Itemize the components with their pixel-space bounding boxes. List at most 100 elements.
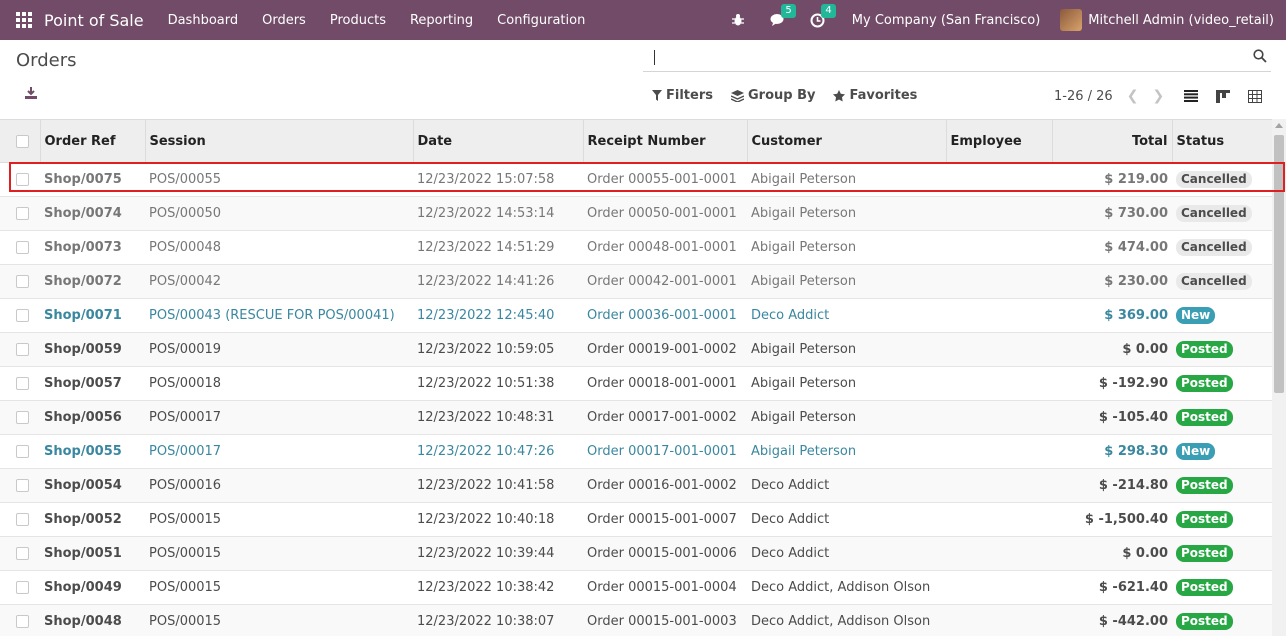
- orders-table: Order Ref Session Date Receipt Number Cu…: [0, 119, 1272, 636]
- table-row[interactable]: Shop/0055 POS/00017 12/23/2022 10:47:26 Ord…: [0, 434, 1272, 469]
- status-badge: Cancelled: [1176, 171, 1252, 188]
- row-checkbox[interactable]: [16, 275, 29, 288]
- column-total[interactable]: Total: [1052, 119, 1173, 163]
- menu-products[interactable]: Products: [330, 13, 386, 28]
- apps-menu-icon[interactable]: [16, 12, 32, 28]
- table-row[interactable]: Shop/0072 POS/00042 12/23/2022 14:41:26 Ord…: [0, 264, 1272, 299]
- activities-clock-icon[interactable]: 4: [808, 4, 836, 30]
- table-row[interactable]: Shop/0054 POS/00016 12/23/2022 10:41:58 Ord…: [0, 468, 1272, 503]
- company-switcher[interactable]: My Company (San Francisco): [852, 13, 1040, 28]
- row-checkbox[interactable]: [16, 207, 29, 220]
- table-row[interactable]: Shop/0059 POS/00019 12/23/2022 10:59:05 Ord…: [0, 332, 1272, 367]
- table-row[interactable]: Shop/0073 POS/00048 12/23/2022 14:51:29 Ord…: [0, 230, 1272, 265]
- groupby-label: Group By: [747, 88, 816, 103]
- scroll-up-arrow-icon[interactable]: [1275, 123, 1283, 128]
- employee: [946, 299, 1052, 333]
- status-badge: Cancelled: [1176, 273, 1252, 290]
- row-checkbox[interactable]: [16, 411, 29, 424]
- navbar-systray: 5 4 My Company (San Francisco) Mitchell …: [718, 0, 1286, 40]
- menu-dashboard[interactable]: Dashboard: [168, 13, 239, 28]
- row-select-cell: [0, 503, 40, 537]
- search-input[interactable]: [643, 45, 1243, 69]
- date: 12/23/2022 10:40:18: [417, 512, 555, 527]
- bug-icon[interactable]: [728, 10, 748, 30]
- employee: [946, 537, 1052, 571]
- row-select-cell: [0, 299, 40, 333]
- row-checkbox[interactable]: [16, 309, 29, 322]
- menu-configuration[interactable]: Configuration: [497, 13, 585, 28]
- status-cell: Cancelled: [1172, 163, 1272, 197]
- pager-value[interactable]: 1-26 / 26: [1054, 89, 1113, 104]
- row-checkbox[interactable]: [16, 615, 29, 628]
- table-row[interactable]: Shop/0075 POS/00055 12/23/2022 15:07:58 Ord…: [0, 162, 1272, 197]
- table-row[interactable]: Shop/0049 POS/00015 12/23/2022 10:38:42 Ord…: [0, 570, 1272, 605]
- menu-reporting[interactable]: Reporting: [410, 13, 473, 28]
- row-checkbox[interactable]: [16, 343, 29, 356]
- table-row[interactable]: Shop/0071 POS/00043 (RESCUE FOR POS/00041…: [0, 298, 1272, 333]
- favorites-label: Favorites: [849, 88, 918, 103]
- filters-button[interactable]: Filters: [652, 88, 713, 103]
- user-menu[interactable]: Mitchell Admin (video_retail): [1088, 13, 1274, 28]
- column-customer[interactable]: Customer: [747, 119, 947, 163]
- activities-badge: 4: [821, 4, 836, 18]
- column-session[interactable]: Session: [145, 119, 414, 163]
- search-bar: [643, 45, 1271, 72]
- column-order-ref[interactable]: Order Ref: [40, 119, 146, 163]
- scroll-thumb[interactable]: [1274, 135, 1284, 393]
- row-select-cell: [0, 163, 40, 197]
- row-checkbox[interactable]: [16, 581, 29, 594]
- groupby-button[interactable]: Group By: [730, 88, 816, 103]
- table-row[interactable]: Shop/0052 POS/00015 12/23/2022 10:40:18 Ord…: [0, 502, 1272, 537]
- column-receipt-number[interactable]: Receipt Number: [583, 119, 748, 163]
- page-title[interactable]: Orders: [16, 50, 77, 71]
- row-checkbox[interactable]: [16, 547, 29, 560]
- total: $ 0.00: [1122, 342, 1168, 357]
- row-checkbox[interactable]: [16, 241, 29, 254]
- employee: [946, 231, 1052, 265]
- search-icon[interactable]: [1253, 49, 1269, 65]
- table-row[interactable]: Shop/0056 POS/00017 12/23/2022 10:48:31 Ord…: [0, 400, 1272, 435]
- customer: Abigail Peterson: [751, 376, 857, 391]
- user-avatar[interactable]: [1060, 9, 1083, 31]
- status-cell: Cancelled: [1172, 197, 1272, 231]
- receipt-number: Order 00050-001-0001: [587, 206, 737, 221]
- app-brand[interactable]: Point of Sale: [44, 11, 144, 30]
- column-date[interactable]: Date: [413, 119, 584, 163]
- receipt-number: Order 00015-001-0003: [587, 614, 737, 629]
- chevron-left-icon[interactable]: ❮: [1127, 88, 1139, 104]
- kanban-view-icon[interactable]: [1207, 84, 1239, 108]
- status-cell: Posted: [1172, 401, 1272, 435]
- row-select-cell: [0, 605, 40, 636]
- session: POS/00018: [149, 376, 222, 391]
- download-icon[interactable]: [24, 86, 40, 102]
- menu-orders[interactable]: Orders: [262, 13, 306, 28]
- employee: [946, 265, 1052, 299]
- list-view-icon[interactable]: [1175, 84, 1207, 108]
- row-checkbox[interactable]: [16, 445, 29, 458]
- order-ref: Shop/0052: [44, 512, 122, 527]
- row-checkbox[interactable]: [16, 479, 29, 492]
- favorites-button[interactable]: Favorites: [833, 88, 917, 103]
- row-checkbox[interactable]: [16, 513, 29, 526]
- date: 12/23/2022 14:53:14: [417, 206, 555, 221]
- customer: Abigail Peterson: [751, 240, 857, 255]
- table-row[interactable]: Shop/0048 POS/00015 12/23/2022 10:38:07 Ord…: [0, 604, 1272, 636]
- row-checkbox[interactable]: [16, 377, 29, 390]
- order-ref: Shop/0072: [44, 274, 122, 289]
- column-employee[interactable]: Employee: [946, 119, 1053, 163]
- pager: 1-26 / 26 ❮ ❯: [1054, 88, 1164, 104]
- chevron-right-icon[interactable]: ❯: [1152, 88, 1164, 104]
- table-row[interactable]: Shop/0057 POS/00018 12/23/2022 10:51:38 Ord…: [0, 366, 1272, 401]
- column-status[interactable]: Status: [1172, 119, 1272, 163]
- session: POS/00055: [149, 172, 222, 187]
- table-header: Order Ref Session Date Receipt Number Cu…: [0, 119, 1272, 163]
- pivot-view-icon[interactable]: [1239, 84, 1271, 108]
- status-badge: Cancelled: [1176, 239, 1252, 256]
- messages-icon[interactable]: 5: [768, 4, 796, 30]
- scrollbar[interactable]: [1272, 119, 1286, 636]
- row-checkbox[interactable]: [16, 173, 29, 186]
- table-row[interactable]: Shop/0074 POS/00050 12/23/2022 14:53:14 Ord…: [0, 196, 1272, 231]
- table-row[interactable]: Shop/0051 POS/00015 12/23/2022 10:39:44 Ord…: [0, 536, 1272, 571]
- select-all-checkbox[interactable]: [16, 134, 29, 148]
- total: $ 230.00: [1104, 274, 1168, 289]
